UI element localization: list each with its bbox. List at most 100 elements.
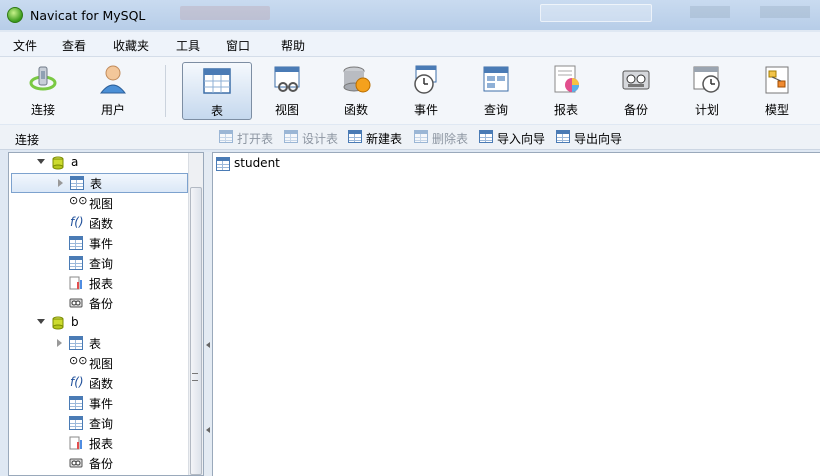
menu-help[interactable]: 帮助 — [281, 37, 305, 54]
tree-b-views[interactable]: ⊙⊙ 视图 — [9, 353, 189, 373]
design-table-label: 设计表 — [302, 132, 339, 146]
delete-table-label: 删除表 — [432, 132, 469, 146]
report-button[interactable]: 报表 — [532, 57, 600, 120]
tree-b-functions[interactable]: f() 函数 — [9, 373, 189, 393]
connect-button[interactable]: 连接 — [9, 57, 77, 120]
user-button[interactable]: 用户 — [79, 57, 147, 120]
collapse-left-icon[interactable] — [206, 342, 210, 348]
tree-item-label: 报表 — [89, 437, 114, 451]
function-button[interactable]: 函数 — [322, 57, 390, 120]
tree-db-a[interactable]: a — [9, 153, 191, 173]
blurred-titlebar-area — [180, 6, 270, 20]
tree-db-b-label: b — [71, 315, 79, 329]
toolbar-separator — [165, 65, 166, 117]
backup-button[interactable]: 备份 — [602, 57, 670, 120]
design-table-icon — [284, 130, 298, 143]
tree-a-reports[interactable]: 报表 — [9, 273, 189, 293]
table-label: 表 — [210, 104, 223, 118]
import-wizard-label: 导入向导 — [497, 132, 546, 146]
database-icon — [52, 316, 64, 330]
query-icon — [69, 416, 83, 430]
tree-b-tables[interactable]: 表 — [9, 333, 189, 353]
schedule-icon — [693, 66, 720, 93]
event-icon — [69, 236, 83, 250]
backup-label: 备份 — [623, 103, 648, 117]
tree-b-backups[interactable]: 备份 — [9, 453, 189, 473]
event-button[interactable]: 事件 — [392, 57, 460, 120]
menu-favorites[interactable]: 收藏夹 — [113, 37, 149, 54]
tree-item-label: 函数 — [89, 377, 114, 391]
new-table-label: 新建表 — [366, 132, 403, 146]
menu-view[interactable]: 查看 — [62, 37, 86, 54]
tree-scrollbar[interactable] — [188, 153, 203, 475]
model-button[interactable]: 模型 — [743, 57, 811, 120]
scrollbar-thumb[interactable] — [190, 187, 202, 475]
tree-item-label: 事件 — [89, 397, 114, 411]
blurred-titlebar-area — [690, 6, 730, 18]
tree-b-reports[interactable]: 报表 — [9, 433, 189, 453]
backup-icon — [69, 298, 83, 308]
new-table-icon — [348, 130, 362, 143]
report-label: 报表 — [553, 103, 578, 117]
report-icon — [69, 436, 82, 450]
view-label: 视图 — [274, 103, 299, 117]
tree-a-functions[interactable]: f() 函数 — [9, 213, 189, 233]
panel-splitter[interactable] — [204, 152, 212, 476]
menu-bar: 文件 查看 收藏夹 工具 窗口 帮助 — [0, 32, 820, 57]
tree-item-label: 表 — [89, 337, 102, 351]
tree-db-b[interactable]: b — [9, 313, 191, 333]
schedule-button[interactable]: 计划 — [673, 57, 741, 120]
tree-item-label: 视图 — [89, 197, 114, 211]
tree-b-events[interactable]: 事件 — [9, 393, 189, 413]
tree-item-label: 视图 — [89, 357, 114, 371]
expand-arrow-icon[interactable] — [37, 159, 45, 164]
view-icon — [274, 66, 300, 92]
view-button[interactable]: 视图 — [253, 57, 321, 120]
menu-file[interactable]: 文件 — [13, 37, 37, 54]
user-icon — [99, 65, 127, 94]
delete-table-icon — [414, 130, 428, 143]
import-wizard-icon — [479, 130, 493, 143]
model-label: 模型 — [764, 103, 789, 117]
collapse-left-icon[interactable] — [206, 427, 210, 433]
connect-label: 连接 — [30, 103, 55, 117]
table-button[interactable]: 表 — [182, 62, 252, 120]
window-title: Navicat for MySQL — [30, 8, 146, 23]
tree-a-views[interactable]: ⊙⊙ 视图 — [9, 193, 189, 213]
model-icon — [765, 66, 789, 94]
object-name: student — [234, 156, 280, 170]
tree-a-backups[interactable]: 备份 — [9, 293, 189, 313]
open-table-icon — [219, 130, 233, 143]
menu-window[interactable]: 窗口 — [226, 37, 250, 54]
tree-item-label: 报表 — [89, 277, 114, 291]
event-icon — [69, 396, 83, 410]
user-label: 用户 — [100, 103, 125, 117]
menu-tools[interactable]: 工具 — [176, 37, 200, 54]
scrollbar-grip-icon — [192, 373, 198, 381]
tree-a-queries[interactable]: 查询 — [9, 253, 189, 273]
main-toolbar: 连接 用户 表 视图 函数 事件 查询 报表 备份 计划 模型 — [0, 57, 820, 124]
expand-arrow-icon[interactable] — [37, 319, 45, 324]
query-button[interactable]: 查询 — [462, 57, 530, 120]
table-icon — [216, 157, 230, 171]
query-icon — [69, 256, 83, 270]
report-icon — [554, 65, 579, 93]
navicat-app-icon — [7, 7, 23, 23]
tree-a-tables[interactable]: 表 — [11, 173, 188, 193]
query-label: 查询 — [483, 103, 508, 117]
database-icon — [52, 156, 64, 170]
tree-b-queries[interactable]: 查询 — [9, 413, 189, 433]
tree-item-label: 表 — [90, 177, 103, 191]
tree-a-events[interactable]: 事件 — [9, 233, 189, 253]
connection-tree: a 表 ⊙⊙ 视图 f() 函数 事件 查询 报表 备份 b 表 ⊙⊙ 视图 f… — [8, 152, 204, 476]
expand-arrow-icon[interactable] — [57, 339, 62, 347]
blurred-titlebar-area — [760, 6, 810, 18]
tree-item-label: 查询 — [89, 257, 114, 271]
event-icon — [414, 65, 437, 94]
tree-item-label: 备份 — [89, 457, 114, 471]
export-wizard-label: 导出向导 — [574, 132, 623, 146]
table-icon — [203, 68, 231, 94]
expand-arrow-icon[interactable] — [58, 179, 63, 187]
function-icon: f() — [70, 215, 84, 229]
function-icon: f() — [70, 375, 84, 389]
